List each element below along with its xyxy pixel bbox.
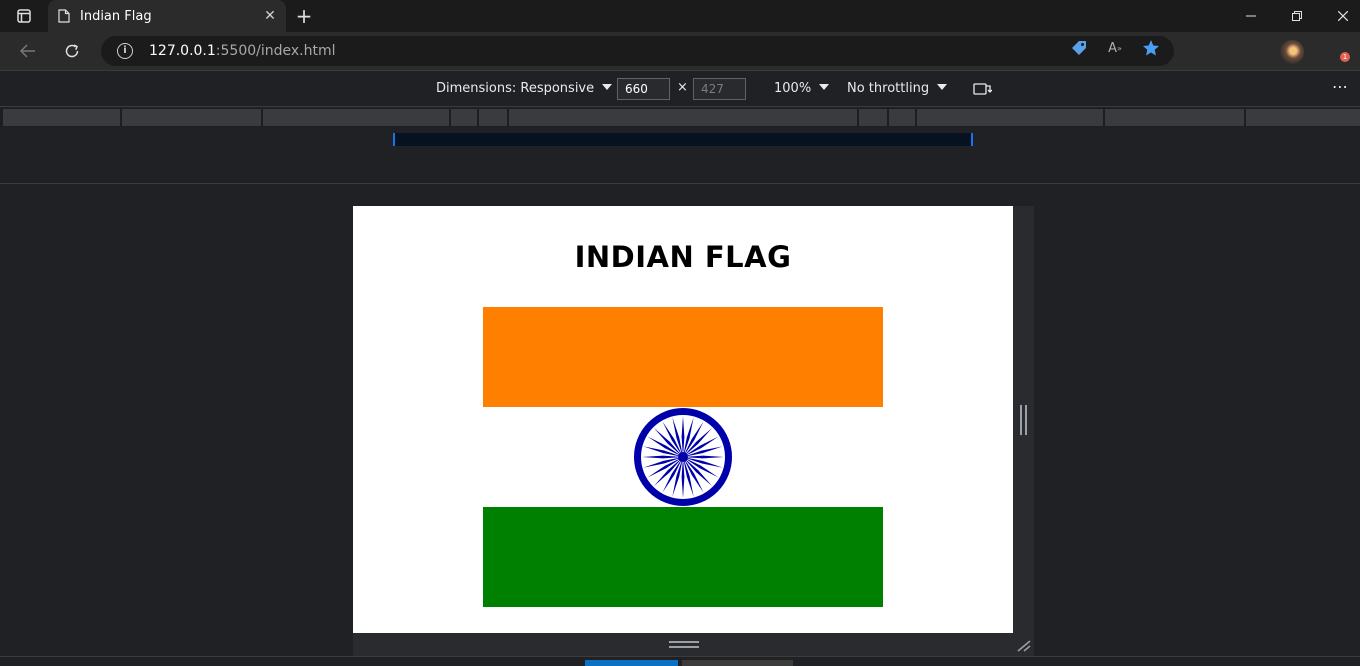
close-icon xyxy=(1338,11,1348,21)
title-bar: Indian Flag ✕ + xyxy=(0,0,1360,32)
new-tab-button[interactable]: + xyxy=(292,4,316,28)
ruler-segment[interactable] xyxy=(917,109,1103,126)
restore-button[interactable] xyxy=(1274,0,1320,32)
media-query-ruler[interactable] xyxy=(0,108,1360,127)
site-info-icon[interactable]: i xyxy=(117,43,133,59)
address-bar[interactable]: i 127.0.0.1:5500/index.html xyxy=(101,36,1174,66)
ruler-segment[interactable] xyxy=(1105,109,1244,126)
device-toolbar: Dimensions: Responsive 660 × 427 100% No… xyxy=(0,70,1360,107)
zoom-dropdown[interactable]: 100% xyxy=(774,81,830,96)
more-options-button[interactable]: ⋯ xyxy=(1332,77,1348,96)
price-tag-icon[interactable] xyxy=(1070,39,1088,57)
restore-icon xyxy=(1292,11,1302,21)
ruler-segment[interactable] xyxy=(451,109,477,126)
page-title: INDIAN FLAG xyxy=(574,240,792,274)
emulated-viewport: INDIAN FLAG xyxy=(353,206,1013,633)
notification-badge: 1 xyxy=(1340,52,1350,62)
back-arrow-icon xyxy=(20,44,35,58)
refresh-icon xyxy=(65,44,79,58)
bottom-tab-active[interactable] xyxy=(585,660,678,666)
tab-title: Indian Flag xyxy=(80,8,152,24)
back-button[interactable] xyxy=(14,37,42,65)
ruler-segment[interactable] xyxy=(859,109,887,126)
dimensions-dropdown[interactable]: Dimensions: Responsive xyxy=(436,81,613,96)
tab-actions-button[interactable] xyxy=(0,0,48,32)
ruler-segment[interactable] xyxy=(509,109,857,126)
bottom-strip xyxy=(0,656,1360,666)
browser-toolbar: i 127.0.0.1:5500/index.html A» ··· xyxy=(0,32,1360,91)
chevron-down-icon xyxy=(937,84,948,90)
height-input[interactable]: 427 xyxy=(693,78,746,100)
close-window-button[interactable] xyxy=(1320,0,1360,32)
flag-saffron-band xyxy=(483,307,883,407)
tab-actions-icon xyxy=(17,9,31,23)
favorite-star-icon[interactable] xyxy=(1142,39,1160,57)
read-aloud-icon[interactable]: A» xyxy=(1106,39,1124,57)
refresh-button[interactable] xyxy=(58,37,86,65)
times-label: × xyxy=(677,80,688,95)
rotate-button[interactable] xyxy=(972,80,993,102)
width-input[interactable]: 660 xyxy=(617,78,670,100)
chevron-down-icon xyxy=(819,84,830,90)
minimize-icon xyxy=(1246,15,1256,17)
url-text: 127.0.0.1:5500/index.html xyxy=(149,43,336,59)
ruler-segment[interactable] xyxy=(3,109,120,126)
profile-avatar[interactable] xyxy=(1280,40,1304,64)
chevron-down-icon xyxy=(602,84,613,90)
ruler-segment[interactable] xyxy=(1246,109,1360,126)
chakra-hub xyxy=(678,452,688,462)
breakpoint-bar[interactable] xyxy=(393,133,973,146)
close-tab-icon[interactable]: ✕ xyxy=(258,8,282,24)
rotate-icon xyxy=(973,83,993,95)
ruler-segment[interactable] xyxy=(889,109,915,126)
ruler-segment[interactable] xyxy=(263,109,449,126)
divider xyxy=(0,183,1360,184)
vertical-grip-handle[interactable] xyxy=(1020,405,1027,435)
corner-resize-icon[interactable] xyxy=(1017,640,1031,652)
page-icon xyxy=(58,9,70,23)
flag-green-band xyxy=(483,507,883,607)
horizontal-grip-handle[interactable] xyxy=(669,641,699,648)
ruler-segment[interactable] xyxy=(122,109,261,126)
ruler-segment[interactable] xyxy=(479,109,507,126)
minimize-button[interactable] xyxy=(1228,0,1274,32)
tab-indian-flag[interactable]: Indian Flag ✕ xyxy=(48,0,286,32)
bottom-tab[interactable] xyxy=(682,660,793,666)
throttling-dropdown[interactable]: No throttling xyxy=(847,81,948,96)
ashoka-chakra-icon xyxy=(634,408,732,506)
